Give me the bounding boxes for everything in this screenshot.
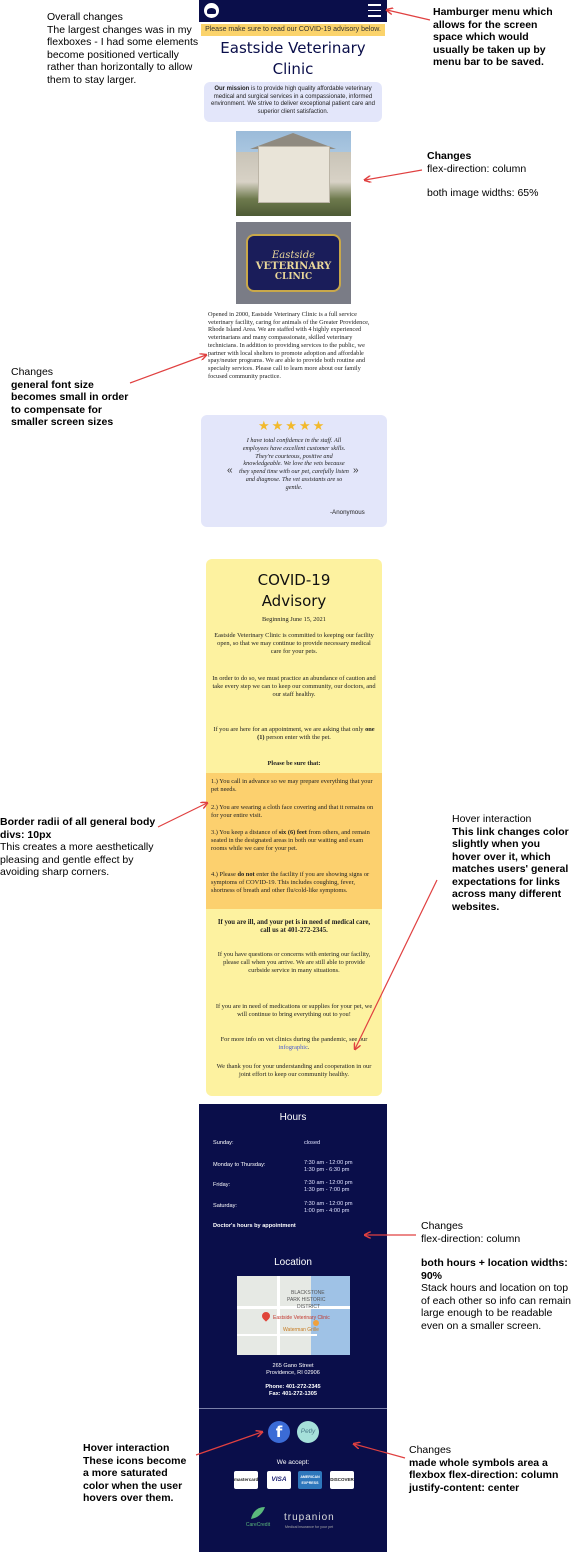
arrow-icons (195, 1432, 262, 1456)
arrow-hamburger (387, 10, 431, 21)
arrow-link (355, 879, 438, 1049)
arrow-border (157, 803, 207, 828)
arrow-font (129, 355, 206, 384)
annotation-arrows (129, 0, 438, 1459)
arrow-images (365, 169, 423, 180)
arrow-symbols (354, 1444, 406, 1459)
